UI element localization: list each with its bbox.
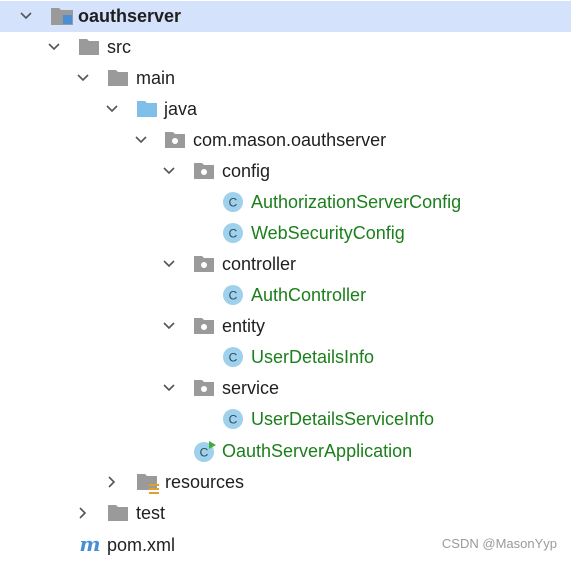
chevron-down-icon[interactable]: [162, 257, 176, 271]
package-icon: [193, 377, 215, 399]
class-icon: C: [222, 408, 244, 430]
package-icon: [193, 253, 215, 275]
chevron-down-icon[interactable]: [162, 164, 176, 178]
tree-label-java: java: [164, 99, 198, 119]
chevron-down-icon[interactable]: [162, 381, 176, 395]
tree-label-src: src: [107, 37, 131, 57]
tree-node-resources[interactable]: resources: [0, 467, 571, 498]
tree-node-oauthserver[interactable]: oauthserver: [0, 1, 571, 32]
tree-node-class[interactable]: C UserDetailsServiceInfo: [0, 404, 571, 435]
tree-label-controller: controller: [222, 254, 297, 274]
tree-label-config: config: [222, 161, 271, 181]
tree-label-service: service: [222, 378, 280, 398]
chevron-down-icon[interactable]: [162, 319, 176, 333]
svg-text:C: C: [200, 446, 209, 460]
class-icon: C: [222, 222, 244, 244]
class-icon: C: [222, 284, 244, 306]
source-folder-icon: [136, 98, 158, 120]
maven-icon: m: [78, 534, 100, 556]
tree-label-test: test: [136, 503, 166, 523]
chevron-right-icon[interactable]: [105, 475, 119, 489]
tree-label-entity: entity: [222, 316, 266, 336]
watermark: CSDN @MasonYyp: [441, 536, 557, 551]
tree-node-java[interactable]: java: [0, 94, 571, 125]
tree-node-class[interactable]: C AuthController: [0, 280, 571, 311]
chevron-down-icon[interactable]: [105, 102, 119, 116]
tree-node-service[interactable]: service: [0, 373, 571, 404]
runnable-class-icon: C: [193, 440, 216, 462]
svg-text:C: C: [229, 196, 238, 210]
tree-node-class[interactable]: C UserDetailsInfo: [0, 342, 571, 373]
tree-node-config[interactable]: config: [0, 156, 571, 187]
folder-icon: [107, 67, 129, 89]
tree-label-pom: pom.xml: [107, 535, 176, 555]
svg-text:C: C: [229, 289, 238, 303]
resources-folder-icon: [136, 471, 159, 494]
tree-label-class: WebSecurityConfig: [251, 223, 405, 243]
tree-node-application[interactable]: C OauthServerApplication: [0, 436, 571, 467]
class-icon: C: [222, 191, 244, 213]
chevron-down-icon[interactable]: [76, 71, 90, 85]
tree-node-entity[interactable]: entity: [0, 311, 571, 342]
svg-text:m: m: [79, 534, 100, 556]
chevron-right-icon[interactable]: [76, 506, 90, 520]
project-tree: oauthserver src main java com.mason.oaut…: [0, 0, 571, 561]
tree-label-application: OauthServerApplication: [222, 441, 413, 461]
package-icon: [164, 129, 186, 151]
tree-label-class: UserDetailsInfo: [251, 347, 375, 367]
folder-icon: [107, 502, 129, 524]
chevron-down-icon[interactable]: [47, 40, 61, 54]
chevron-down-icon[interactable]: [134, 133, 148, 147]
package-icon: [193, 160, 215, 182]
tree-label-class: AuthorizationServerConfig: [251, 192, 462, 212]
tree-node-class[interactable]: C AuthorizationServerConfig: [0, 187, 571, 218]
tree-label-main: main: [136, 68, 176, 88]
tree-node-package[interactable]: com.mason.oauthserver: [0, 125, 571, 156]
package-icon: [193, 315, 215, 337]
chevron-down-icon[interactable]: [19, 9, 33, 23]
tree-node-main[interactable]: main: [0, 63, 571, 94]
tree-label-oauthserver: oauthserver: [78, 6, 182, 26]
tree-label-package: com.mason.oauthserver: [193, 130, 387, 150]
tree-node-src[interactable]: src: [0, 32, 571, 63]
module-folder-icon: [50, 5, 73, 27]
class-icon: C: [222, 346, 244, 368]
tree-node-test[interactable]: test: [0, 498, 571, 529]
tree-label-resources: resources: [165, 472, 245, 492]
svg-text:C: C: [229, 227, 238, 241]
tree-label-class: UserDetailsServiceInfo: [251, 409, 435, 429]
tree-node-class[interactable]: C WebSecurityConfig: [0, 218, 571, 249]
folder-icon: [78, 36, 100, 58]
tree-label-class: AuthController: [251, 285, 367, 305]
svg-text:C: C: [229, 413, 238, 427]
svg-text:C: C: [229, 351, 238, 365]
tree-node-controller[interactable]: controller: [0, 249, 571, 280]
